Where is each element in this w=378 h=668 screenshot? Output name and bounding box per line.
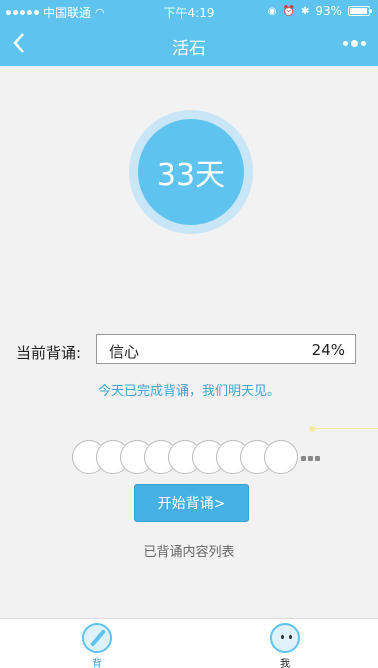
decorative-dot [309, 426, 315, 432]
current-percent: 24% [311, 341, 345, 359]
tab-bar: 背 我 [0, 618, 378, 668]
decorative-line [312, 428, 378, 429]
tab-recite[interactable]: 背 [67, 623, 127, 668]
progress-circle [264, 440, 298, 474]
nav-bar: 活石 [0, 24, 378, 66]
current-recite-label: 当前背诵: [16, 344, 82, 362]
lock-icon: ◉ [267, 5, 277, 17]
tab-me-label: 我 [280, 659, 290, 668]
page-title: 活石 [172, 39, 206, 59]
compass-icon [82, 623, 112, 653]
day-counter-value: 33天 [138, 119, 244, 225]
more-dot-icon [343, 41, 348, 46]
bluetooth-icon: ✱ [300, 5, 310, 17]
main-content: 33天 当前背诵: 信心 24% 今天已完成背诵，我们明天见。 开始背诵> 已背… [0, 66, 378, 618]
battery-percent: 93% [315, 4, 342, 18]
current-recite-field: 信心 24% [96, 334, 356, 364]
start-recite-button[interactable]: 开始背诵> [134, 484, 249, 522]
more-button[interactable] [343, 40, 366, 47]
day-counter: 33天 [129, 110, 253, 234]
recited-list-link[interactable]: 已背诵内容列表 [0, 541, 378, 560]
alarm-icon: ⏰ [282, 5, 295, 17]
status-bar: 中国联通 ◠ 下午4:19 ◉ ⏰ ✱ 93% [0, 0, 378, 24]
completion-message: 今天已完成背诵，我们明天见。 [97, 384, 280, 399]
tab-recite-label: 背 [92, 659, 102, 668]
battery-icon [348, 6, 372, 16]
face-icon [270, 623, 300, 653]
progress-circles [72, 440, 298, 476]
ellipsis-icon [301, 456, 320, 461]
current-word: 信心 [109, 343, 140, 361]
tab-me[interactable]: 我 [255, 623, 315, 668]
